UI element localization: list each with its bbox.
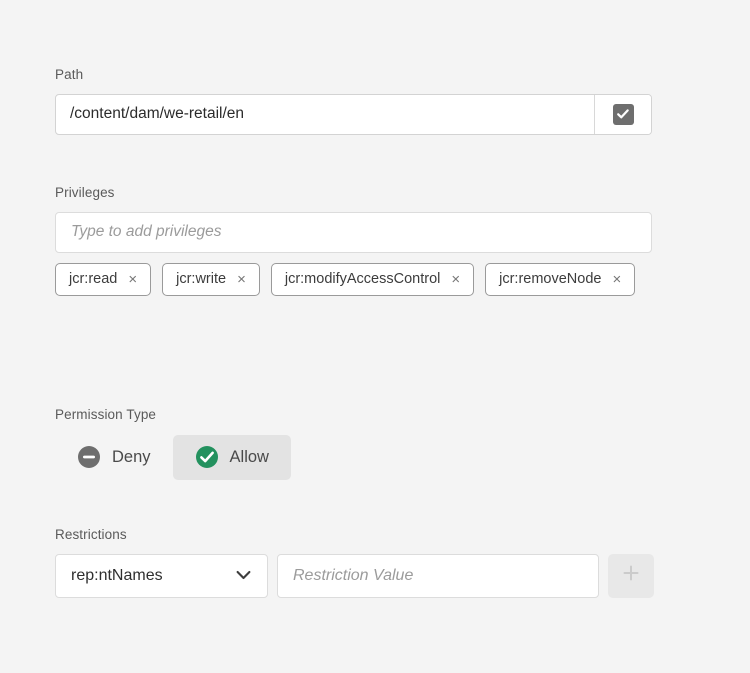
privileges-label: Privileges	[55, 186, 655, 200]
plus-icon	[621, 563, 641, 588]
privilege-chip-label: jcr:removeNode	[499, 272, 601, 287]
privilege-chip-label: jcr:modifyAccessControl	[285, 272, 441, 287]
path-field-group: Path	[55, 68, 652, 135]
restrictions-label: Restrictions	[55, 528, 654, 542]
permission-option-label: Deny	[112, 449, 151, 466]
restriction-value-wrapper	[277, 554, 599, 598]
restriction-name-value: rep:ntNames	[56, 568, 236, 584]
privilege-chip-list: jcr:read × jcr:write × jcr:modifyAccessC…	[55, 263, 655, 296]
chevron-down-icon	[236, 567, 251, 585]
privileges-input[interactable]	[56, 223, 651, 241]
privileges-field-group: Privileges jcr:read × jcr:write × jcr:mo…	[55, 186, 655, 296]
close-icon[interactable]: ×	[237, 272, 246, 287]
privilege-chip[interactable]: jcr:modifyAccessControl ×	[271, 263, 474, 296]
privilege-chip[interactable]: jcr:write ×	[162, 263, 260, 296]
privileges-input-wrapper	[55, 212, 652, 253]
permission-option-allow[interactable]: Allow	[173, 435, 291, 480]
close-icon[interactable]: ×	[612, 272, 621, 287]
privilege-chip-label: jcr:read	[69, 272, 117, 287]
path-input-row	[55, 94, 652, 135]
add-restriction-button[interactable]	[608, 554, 654, 598]
path-label: Path	[55, 68, 652, 82]
check-circle-icon	[195, 445, 219, 469]
check-icon	[613, 104, 634, 125]
privilege-chip[interactable]: jcr:read ×	[55, 263, 151, 296]
permission-type-options: Deny Allow	[55, 435, 291, 480]
permission-option-label: Allow	[230, 449, 269, 466]
path-checkbox[interactable]	[594, 95, 651, 134]
minus-circle-icon	[77, 445, 101, 469]
close-icon[interactable]: ×	[451, 272, 460, 287]
close-icon[interactable]: ×	[128, 272, 137, 287]
restrictions-row: rep:ntNames	[55, 554, 654, 598]
privilege-chip-label: jcr:write	[176, 272, 226, 287]
restrictions-group: Restrictions rep:ntNames	[55, 528, 654, 598]
permission-type-group: Permission Type Deny All	[55, 408, 291, 480]
path-input[interactable]	[56, 95, 594, 134]
restriction-value-input[interactable]	[278, 567, 598, 585]
permission-type-label: Permission Type	[55, 408, 291, 422]
permission-option-deny[interactable]: Deny	[55, 435, 173, 480]
restriction-name-select[interactable]: rep:ntNames	[55, 554, 268, 598]
privilege-chip[interactable]: jcr:removeNode ×	[485, 263, 635, 296]
